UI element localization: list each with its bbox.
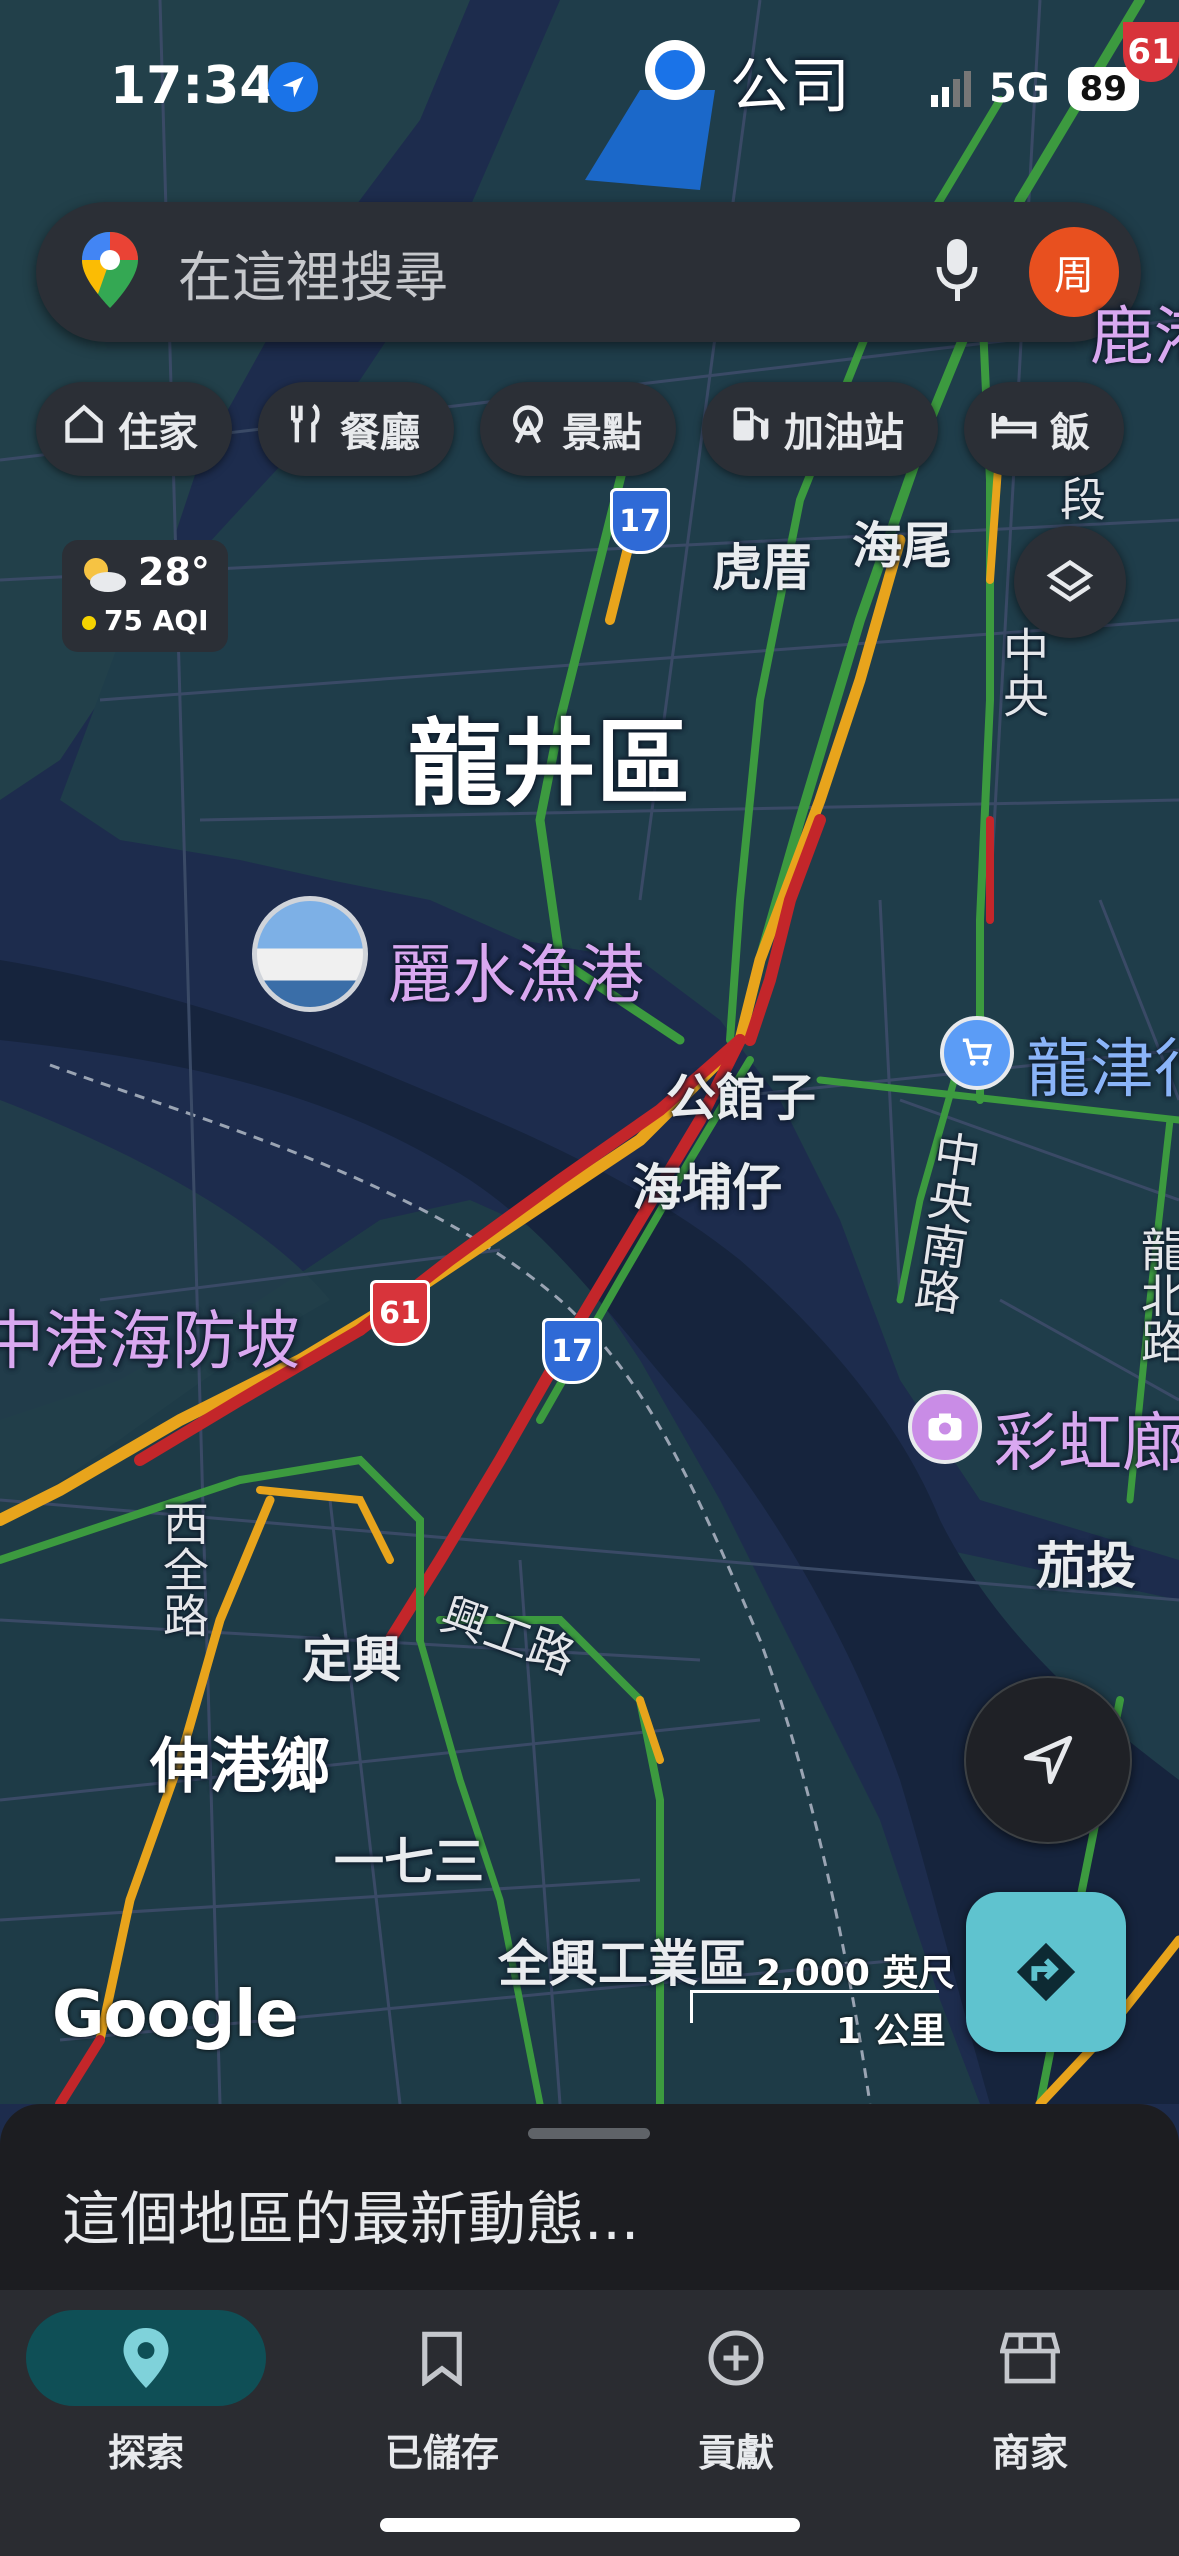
- place-label-haibuzai: 海埔仔: [632, 1159, 782, 1217]
- chip-label: 飯: [1050, 410, 1090, 456]
- route-shield-17-south: 17: [542, 1318, 602, 1384]
- chip-gas-stations[interactable]: 加油站: [702, 382, 938, 476]
- aqi-value: 75 AQI: [104, 604, 209, 637]
- chip-label: 餐廳: [340, 410, 420, 456]
- nav-label-saved: 已儲存: [384, 2431, 499, 2475]
- road-label-longbei: 龍北路: [1134, 1226, 1179, 1364]
- road-label-section: 段: [1060, 473, 1106, 527]
- directions-button[interactable]: [966, 1892, 1126, 2052]
- search-input[interactable]: 在這裡搜尋: [178, 233, 935, 312]
- sheet-drag-handle[interactable]: [528, 2128, 650, 2139]
- chip-hotels[interactable]: 飯: [964, 382, 1124, 476]
- navigation-arrow-icon: [1023, 1735, 1073, 1785]
- chip-restaurants[interactable]: 餐廳: [258, 382, 454, 476]
- poi-label-longjin[interactable]: 龍津行: [1026, 1018, 1179, 1110]
- nav-saved-pill: [322, 2310, 562, 2406]
- route-shield-17: 17: [610, 488, 670, 554]
- home-indicator[interactable]: [380, 2518, 800, 2532]
- attraction-icon: [506, 402, 550, 456]
- route-shield-61: 61: [370, 1280, 430, 1346]
- search-bar[interactable]: 在這裡搜尋 周: [36, 202, 1141, 342]
- chip-attractions[interactable]: 景點: [480, 382, 676, 476]
- poi-photo-marker[interactable]: [252, 896, 368, 1012]
- district-label: 龍井區: [408, 710, 691, 819]
- weather-widget[interactable]: 28° 75 AQI: [62, 540, 228, 652]
- nav-saved[interactable]: 已儲存: [322, 2310, 562, 2477]
- township-label: 伸港鄉: [150, 1732, 330, 1802]
- nav-contribute-pill: [616, 2310, 856, 2406]
- sheet-title: 這個地區的最新動態...: [62, 2185, 640, 2253]
- status-time: 17:34: [110, 56, 276, 116]
- shopping-cart-icon[interactable]: [940, 1016, 1014, 1090]
- camera-icon[interactable]: [908, 1390, 982, 1464]
- shortcut-label-company[interactable]: 公司: [730, 38, 850, 125]
- temperature: 28°: [138, 550, 210, 594]
- bookmark-icon: [422, 2331, 462, 2386]
- road-label-xiquan: 西全路: [156, 1500, 210, 1638]
- nav-business-pill: [910, 2310, 1150, 2406]
- aqi-dot-icon: [82, 616, 96, 630]
- google-attribution: Google: [52, 1978, 299, 2052]
- place-label-gongguanzi: 公館子: [666, 1069, 816, 1127]
- storefront-icon: [1000, 2332, 1060, 2384]
- gas-station-icon: [728, 402, 772, 456]
- recenter-button[interactable]: [964, 1676, 1132, 1844]
- network-type: 5G: [989, 66, 1050, 112]
- nav-business[interactable]: 商家: [910, 2310, 1150, 2477]
- poi-label-coastal-slope[interactable]: 中港海防坡: [0, 1290, 300, 1382]
- location-services-icon: [268, 62, 318, 112]
- scale-imperial: 2,000 英尺: [756, 1953, 955, 1994]
- status-indicators: 5G 89: [931, 66, 1139, 112]
- plus-circle-icon: [708, 2330, 764, 2386]
- place-label-qietou: 茄投: [1036, 1537, 1136, 1595]
- poi-label-rainbow-corridor[interactable]: 彩虹廊: [994, 1392, 1179, 1484]
- place-label-173: 一七三: [334, 1833, 484, 1891]
- road-label-zhongyang: 中央: [996, 626, 1050, 718]
- nav-explore-pill: [26, 2310, 266, 2406]
- battery-indicator: 89: [1067, 67, 1139, 111]
- chip-label: 加油站: [784, 410, 904, 456]
- place-label-industrial-zone: 全興工業區: [498, 1935, 748, 1993]
- google-maps-logo-icon: [82, 232, 138, 312]
- nav-label-contribute: 貢獻: [697, 2431, 774, 2475]
- restaurant-icon: [284, 402, 328, 456]
- chip-label: 景點: [562, 410, 642, 456]
- current-location-dot[interactable]: [645, 40, 705, 100]
- scale-metric: 1 公里: [836, 2011, 946, 2052]
- nav-contribute[interactable]: 貢獻: [616, 2310, 856, 2477]
- microphone-icon[interactable]: [935, 239, 979, 305]
- nav-label-explore: 探索: [107, 2431, 184, 2475]
- route-shield-61-top: 61: [1123, 22, 1179, 82]
- place-label-haiwei: 海尾: [852, 517, 952, 575]
- explore-pin-icon: [123, 2328, 169, 2388]
- chip-label: 住家: [118, 410, 198, 456]
- chip-home[interactable]: 住家: [36, 382, 232, 476]
- signal-icon: [931, 71, 971, 107]
- nav-explore[interactable]: 探索: [26, 2310, 266, 2477]
- poi-label-lishui-harbor[interactable]: 麗水漁港: [388, 924, 644, 1016]
- layers-button[interactable]: [1014, 526, 1126, 638]
- category-chips: 住家 餐廳 景點 加油站 飯: [36, 382, 1124, 476]
- place-label-huco: 虎厝: [712, 539, 812, 597]
- directions-icon: [1016, 1942, 1076, 2002]
- nav-label-business: 商家: [991, 2431, 1068, 2475]
- layers-icon: [1046, 559, 1094, 602]
- poi-label-top-right: 鹿港: [1090, 301, 1179, 375]
- hotel-icon: [990, 402, 1038, 456]
- home-icon: [62, 402, 106, 456]
- place-label-dingxing: 定興: [302, 1631, 402, 1689]
- partly-cloudy-icon: [78, 554, 128, 598]
